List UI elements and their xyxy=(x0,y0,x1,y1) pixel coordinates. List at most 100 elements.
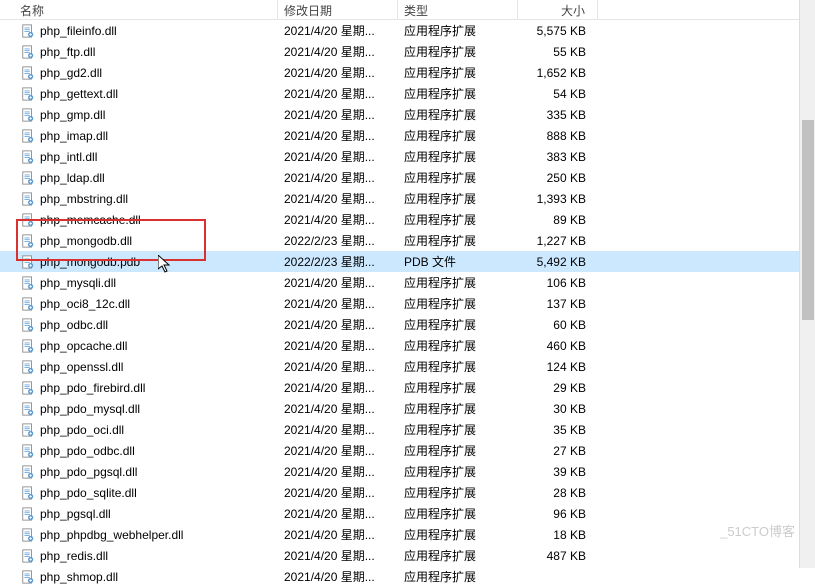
file-name-cell[interactable]: php_mbstring.dll xyxy=(0,191,278,207)
file-icon xyxy=(20,380,36,396)
file-row[interactable]: php_redis.dll2021/4/20 星期...应用程序扩展487 KB xyxy=(0,545,815,566)
file-name: php_pdo_pgsql.dll xyxy=(40,465,137,479)
file-row[interactable]: php_ftp.dll2021/4/20 星期...应用程序扩展55 KB xyxy=(0,41,815,62)
file-name-cell[interactable]: php_mongodb.dll xyxy=(0,233,278,249)
file-row[interactable]: php_fileinfo.dll2021/4/20 星期...应用程序扩展5,5… xyxy=(0,20,815,41)
header-date[interactable]: 修改日期 xyxy=(278,0,398,19)
file-row[interactable]: php_intl.dll2021/4/20 星期...应用程序扩展383 KB xyxy=(0,146,815,167)
file-name: php_intl.dll xyxy=(40,150,97,164)
file-size: 1,652 KB xyxy=(518,66,598,80)
file-icon xyxy=(20,128,36,144)
vertical-scrollbar[interactable] xyxy=(799,0,815,568)
file-date: 2021/4/20 星期... xyxy=(278,547,398,564)
file-date: 2021/4/20 星期... xyxy=(278,169,398,186)
file-row[interactable]: php_ldap.dll2021/4/20 星期...应用程序扩展250 KB xyxy=(0,167,815,188)
file-row[interactable]: php_memcache.dll2021/4/20 星期...应用程序扩展89 … xyxy=(0,209,815,230)
file-name: php_gmp.dll xyxy=(40,108,105,122)
file-name-cell[interactable]: php_intl.dll xyxy=(0,149,278,165)
file-row[interactable]: php_shmop.dll2021/4/20 星期...应用程序扩展 xyxy=(0,566,815,587)
file-name-cell[interactable]: php_ldap.dll xyxy=(0,170,278,186)
file-name: php_memcache.dll xyxy=(40,213,141,227)
file-type: 应用程序扩展 xyxy=(398,337,518,354)
file-name-cell[interactable]: php_shmop.dll xyxy=(0,569,278,585)
file-name-cell[interactable]: php_opcache.dll xyxy=(0,338,278,354)
file-name-cell[interactable]: php_phpdbg_webhelper.dll xyxy=(0,527,278,543)
file-name: php_pdo_firebird.dll xyxy=(40,381,145,395)
file-name-cell[interactable]: php_mysqli.dll xyxy=(0,275,278,291)
file-name-cell[interactable]: php_pdo_oci.dll xyxy=(0,422,278,438)
file-name-cell[interactable]: php_mongodb.pdb xyxy=(0,254,278,270)
file-name-cell[interactable]: php_gettext.dll xyxy=(0,86,278,102)
file-icon xyxy=(20,23,36,39)
file-icon xyxy=(20,170,36,186)
file-row[interactable]: php_pdo_firebird.dll2021/4/20 星期...应用程序扩… xyxy=(0,377,815,398)
file-date: 2022/2/23 星期... xyxy=(278,253,398,270)
scrollbar-thumb[interactable] xyxy=(802,120,814,320)
file-name-cell[interactable]: php_pdo_mysql.dll xyxy=(0,401,278,417)
file-name-cell[interactable]: php_gd2.dll xyxy=(0,65,278,81)
file-icon xyxy=(20,149,36,165)
file-row[interactable]: php_odbc.dll2021/4/20 星期...应用程序扩展60 KB xyxy=(0,314,815,335)
file-row[interactable]: php_gmp.dll2021/4/20 星期...应用程序扩展335 KB xyxy=(0,104,815,125)
file-name-cell[interactable]: php_pgsql.dll xyxy=(0,506,278,522)
file-date: 2022/2/23 星期... xyxy=(278,232,398,249)
file-row[interactable]: php_pdo_oci.dll2021/4/20 星期...应用程序扩展35 K… xyxy=(0,419,815,440)
file-row[interactable]: php_openssl.dll2021/4/20 星期...应用程序扩展124 … xyxy=(0,356,815,377)
file-size: 888 KB xyxy=(518,129,598,143)
file-size: 35 KB xyxy=(518,423,598,437)
file-name-cell[interactable]: php_fileinfo.dll xyxy=(0,23,278,39)
file-row[interactable]: php_pgsql.dll2021/4/20 星期...应用程序扩展96 KB xyxy=(0,503,815,524)
file-row[interactable]: php_mbstring.dll2021/4/20 星期...应用程序扩展1,3… xyxy=(0,188,815,209)
file-name-cell[interactable]: php_ftp.dll xyxy=(0,44,278,60)
file-type: 应用程序扩展 xyxy=(398,274,518,291)
file-icon xyxy=(20,233,36,249)
file-icon xyxy=(20,485,36,501)
file-row[interactable]: php_imap.dll2021/4/20 星期...应用程序扩展888 KB xyxy=(0,125,815,146)
file-icon xyxy=(20,44,36,60)
header-type[interactable]: 类型 xyxy=(398,0,518,19)
file-type: 应用程序扩展 xyxy=(398,421,518,438)
file-name-cell[interactable]: php_pdo_sqlite.dll xyxy=(0,485,278,501)
file-size: 1,227 KB xyxy=(518,234,598,248)
file-icon xyxy=(20,401,36,417)
file-row[interactable]: php_mysqli.dll2021/4/20 星期...应用程序扩展106 K… xyxy=(0,272,815,293)
file-name: php_imap.dll xyxy=(40,129,108,143)
file-row[interactable]: php_pdo_pgsql.dll2021/4/20 星期...应用程序扩展39… xyxy=(0,461,815,482)
file-icon xyxy=(20,359,36,375)
file-name-cell[interactable]: php_oci8_12c.dll xyxy=(0,296,278,312)
file-name-cell[interactable]: php_imap.dll xyxy=(0,128,278,144)
header-size[interactable]: 大小 xyxy=(518,0,598,19)
file-row[interactable]: php_oci8_12c.dll2021/4/20 星期...应用程序扩展137… xyxy=(0,293,815,314)
file-type: 应用程序扩展 xyxy=(398,505,518,522)
file-name: php_redis.dll xyxy=(40,549,108,563)
file-row[interactable]: php_opcache.dll2021/4/20 星期...应用程序扩展460 … xyxy=(0,335,815,356)
file-name-cell[interactable]: php_pdo_odbc.dll xyxy=(0,443,278,459)
file-icon xyxy=(20,212,36,228)
file-row[interactable]: php_pdo_odbc.dll2021/4/20 星期...应用程序扩展27 … xyxy=(0,440,815,461)
file-row[interactable]: php_mongodb.pdb2022/2/23 星期...PDB 文件5,49… xyxy=(0,251,815,272)
file-name-cell[interactable]: php_openssl.dll xyxy=(0,359,278,375)
file-row[interactable]: php_gd2.dll2021/4/20 星期...应用程序扩展1,652 KB xyxy=(0,62,815,83)
file-name-cell[interactable]: php_gmp.dll xyxy=(0,107,278,123)
header-name[interactable]: 名称 xyxy=(0,0,278,19)
file-date: 2021/4/20 星期... xyxy=(278,505,398,522)
file-name: php_mysqli.dll xyxy=(40,276,116,290)
file-list: php_fileinfo.dll2021/4/20 星期...应用程序扩展5,5… xyxy=(0,20,815,587)
file-row[interactable]: php_pdo_mysql.dll2021/4/20 星期...应用程序扩展30… xyxy=(0,398,815,419)
file-date: 2021/4/20 星期... xyxy=(278,379,398,396)
file-icon xyxy=(20,254,36,270)
file-name-cell[interactable]: php_pdo_pgsql.dll xyxy=(0,464,278,480)
file-name-cell[interactable]: php_redis.dll xyxy=(0,548,278,564)
file-row[interactable]: php_phpdbg_webhelper.dll2021/4/20 星期...应… xyxy=(0,524,815,545)
file-name-cell[interactable]: php_memcache.dll xyxy=(0,212,278,228)
file-date: 2021/4/20 星期... xyxy=(278,43,398,60)
file-row[interactable]: php_pdo_sqlite.dll2021/4/20 星期...应用程序扩展2… xyxy=(0,482,815,503)
file-date: 2021/4/20 星期... xyxy=(278,127,398,144)
file-row[interactable]: php_gettext.dll2021/4/20 星期...应用程序扩展54 K… xyxy=(0,83,815,104)
file-name-cell[interactable]: php_pdo_firebird.dll xyxy=(0,380,278,396)
file-name-cell[interactable]: php_odbc.dll xyxy=(0,317,278,333)
file-row[interactable]: php_mongodb.dll2022/2/23 星期...应用程序扩展1,22… xyxy=(0,230,815,251)
file-size: 335 KB xyxy=(518,108,598,122)
file-type: 应用程序扩展 xyxy=(398,568,518,585)
file-name: php_gd2.dll xyxy=(40,66,102,80)
